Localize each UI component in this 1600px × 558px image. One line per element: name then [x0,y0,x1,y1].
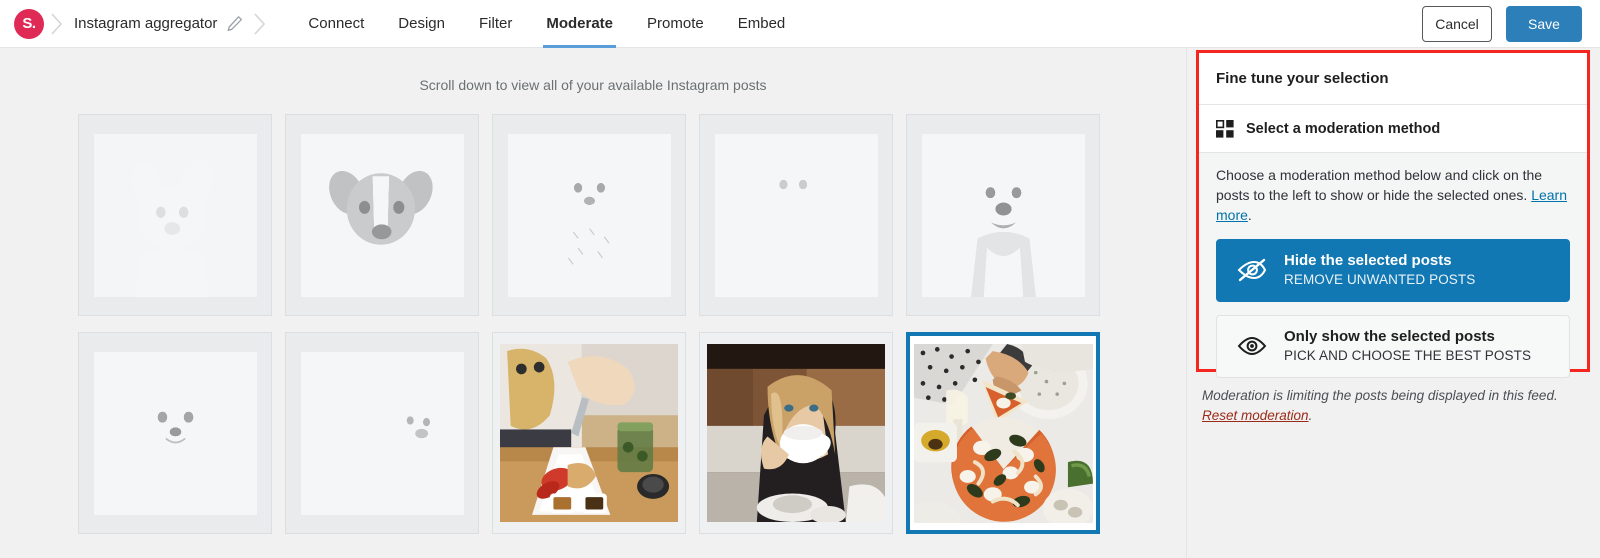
tab-promote[interactable]: Promote [630,0,721,48]
scroll-hint-text: Scroll down to view all of your availabl… [419,77,767,93]
method-subtitle: PICK AND CHOOSE THE BEST POSTS [1284,348,1532,364]
description-text: Choose a moderation method below and cli… [1216,167,1543,203]
method-title: Hide the selected posts [1284,251,1452,269]
section-title-label: Select a moderation method [1246,120,1441,137]
posts-grid [78,114,1186,534]
post-tile-kitten-reaching-up[interactable] [699,114,893,316]
post-thumbnail [913,343,1093,523]
hide-selected-posts-button[interactable]: Hide the selected posts REMOVE UNWANTED … [1216,238,1570,302]
method-text-group: Only show the selected posts PICK AND CH… [1284,327,1531,365]
breadcrumb-separator-icon [44,9,70,39]
breadcrumb-separator-icon-2 [247,9,273,39]
highlight-outline: Fine tune your selection Select a modera… [1196,50,1590,378]
description-suffix: . [1247,206,1252,223]
footnote-text: Moderation is limiting the posts being d… [1202,388,1558,403]
moderation-description: Choose a moderation method below and cli… [1216,166,1570,226]
tab-filter[interactable]: Filter [462,0,529,48]
tab-embed[interactable]: Embed [721,0,803,48]
post-thumbnail [300,133,464,297]
panel-body: Choose a moderation method below and cli… [1199,153,1587,378]
cancel-button[interactable]: Cancel [1422,5,1492,42]
pencil-icon[interactable] [225,14,247,34]
post-tile-shih-tzu-in-shirt[interactable] [492,114,686,316]
post-tile-brunch-plate[interactable] [492,332,686,534]
post-thumbnail [707,344,885,522]
moderation-footnote: Moderation is limiting the posts being d… [1202,386,1582,427]
method-title: Only show the selected posts [1284,327,1495,345]
post-thumbnail [300,351,464,515]
post-tile-pizza-being-served[interactable] [906,332,1100,534]
panel-title: Fine tune your selection [1199,53,1587,105]
post-tile-woman-drinking-coffee[interactable] [699,332,893,534]
footnote-suffix: . [1308,408,1313,424]
post-thumbnail [714,133,878,297]
post-tile-corgi-puppy[interactable] [78,332,272,534]
post-thumbnail [507,133,671,297]
app-root: S. Instagram aggregator Connect Design F… [0,0,1600,558]
header-actions: Cancel Save [1422,5,1582,42]
tab-design[interactable]: Design [381,0,462,48]
only-show-selected-posts-button[interactable]: Only show the selected posts PICK AND CH… [1216,314,1570,378]
post-thumbnail [921,133,1085,297]
reset-moderation-link[interactable]: Reset moderation [1202,408,1309,423]
post-tile-schnauzer-smiling[interactable] [906,114,1100,316]
eye-slash-icon [1237,257,1267,283]
post-tile-jack-russell-portrait[interactable] [285,114,479,316]
post-tile-french-bulldog-with-chain[interactable] [78,114,272,316]
post-thumbnail [93,351,257,515]
method-subtitle: REMOVE UNWANTED POSTS [1284,272,1476,288]
eye-icon [1237,333,1267,359]
post-tile-bulldog-in-hoodie[interactable] [285,332,479,534]
save-button[interactable]: Save [1506,5,1582,42]
post-thumbnail [500,344,678,522]
brand-logo[interactable]: S. [14,8,44,39]
tab-moderate[interactable]: Moderate [529,0,630,48]
grid-squares-icon [1216,119,1234,138]
posts-panel: Scroll down to view all of your availabl… [0,48,1186,558]
breadcrumb-feed-name[interactable]: Instagram aggregator [70,15,221,32]
top-header: S. Instagram aggregator Connect Design F… [0,0,1600,48]
post-thumbnail [93,133,257,297]
moderation-sidebar: Fine tune your selection Select a modera… [1186,48,1600,558]
tab-connect[interactable]: Connect [291,0,381,48]
moderation-method-section-header: Select a moderation method [1199,105,1587,153]
nav-tabs: Connect Design Filter Moderate Promote E… [291,0,802,48]
method-text-group: Hide the selected posts REMOVE UNWANTED … [1284,251,1475,289]
